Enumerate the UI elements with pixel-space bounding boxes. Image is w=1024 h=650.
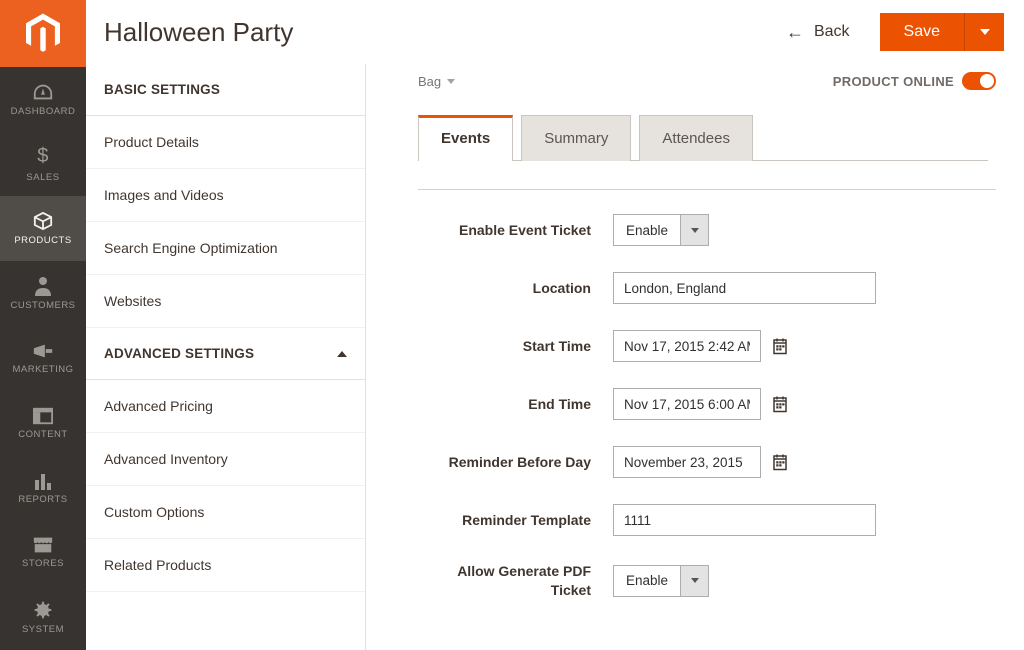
select-enable-event-ticket-button[interactable] [680,215,708,245]
save-button[interactable]: Save [880,13,964,51]
back-button-label: Back [814,23,850,41]
input-reminder-before-day[interactable] [613,446,761,478]
calendar-icon[interactable] [771,337,789,355]
row-location: Location [418,272,996,304]
caret-down-icon [980,29,990,35]
label-allow-generate-pdf: Allow Generate PDF Ticket [418,562,613,600]
nav-dashboard-label: DASHBOARD [11,106,76,117]
row-reminder-template: Reminder Template [418,504,996,536]
main-top-row: Bag PRODUCT ONLINE [418,72,996,90]
nav-reports-label: REPORTS [18,494,67,505]
reports-icon [33,472,53,490]
calendar-icon[interactable] [771,395,789,413]
side-item-related-products[interactable]: Related Products [86,539,365,592]
settings-side-panel: BASIC SETTINGS Product Details Images an… [86,64,366,650]
product-online-toggle[interactable] [962,72,996,90]
nav-sales[interactable]: $ SALES [0,132,86,197]
label-end-time: End Time [418,395,613,414]
save-dropdown-button[interactable] [964,13,1004,51]
side-item-advanced-pricing[interactable]: Advanced Pricing [86,380,365,433]
event-form: Enable Event Ticket Enable Location Star… [418,214,996,600]
dollar-icon: $ [37,145,49,168]
main-content: Bag PRODUCT ONLINE Events Summary Attend… [366,64,1024,650]
chevron-up-icon [337,351,347,357]
page-header: Halloween Party ← Back Save [86,0,1024,64]
nav-stores[interactable]: STORES [0,520,86,585]
nav-marketing[interactable]: MARKETING [0,326,86,391]
products-icon [32,211,54,231]
nav-system-label: SYSTEM [22,624,64,635]
label-reminder-template: Reminder Template [418,511,613,530]
select-allow-generate-pdf-value: Enable [614,566,680,596]
arrow-left-icon: ← [786,22,804,43]
tab-events[interactable]: Events [418,115,513,161]
nav-customers-label: CUSTOMERS [10,300,75,311]
product-tabs: Events Summary Attendees [418,114,988,161]
nav-dashboard[interactable]: DASHBOARD [0,67,86,132]
nav-content-label: CONTENT [18,429,67,440]
advanced-settings-heading-label: ADVANCED SETTINGS [104,346,254,361]
row-start-time: Start Time [418,330,996,362]
save-button-group: Save [880,13,1004,51]
nav-reports[interactable]: REPORTS [0,456,86,521]
select-allow-generate-pdf[interactable]: Enable [613,565,709,597]
input-end-time[interactable] [613,388,761,420]
section-divider [418,189,996,190]
page-title: Halloween Party [104,17,293,48]
select-enable-event-ticket-value: Enable [614,215,680,245]
nav-products-label: PRODUCTS [14,235,71,246]
marketing-icon [32,342,54,360]
side-item-product-details[interactable]: Product Details [86,116,365,169]
basic-settings-heading[interactable]: BASIC SETTINGS [86,64,365,116]
logo[interactable] [0,0,86,67]
label-reminder-before-day: Reminder Before Day [418,453,613,472]
side-item-advanced-inventory[interactable]: Advanced Inventory [86,433,365,486]
product-online-label: PRODUCT ONLINE [833,74,954,89]
calendar-icon[interactable] [771,453,789,471]
nav-customers[interactable]: CUSTOMERS [0,261,86,326]
side-item-seo[interactable]: Search Engine Optimization [86,222,365,275]
tab-summary[interactable]: Summary [521,115,631,161]
stores-icon [32,536,54,554]
attribute-set-label: Bag [418,74,441,89]
caret-down-icon [447,79,455,84]
caret-down-icon [691,228,699,233]
product-online-toggle-group: PRODUCT ONLINE [833,72,996,90]
row-enable-event-ticket: Enable Event Ticket Enable [418,214,996,246]
label-enable-event-ticket: Enable Event Ticket [418,221,613,240]
tab-attendees[interactable]: Attendees [639,115,753,161]
row-end-time: End Time [418,388,996,420]
attribute-set-dropdown[interactable]: Bag [418,74,455,89]
dashboard-icon [32,82,54,102]
content-icon [33,407,53,425]
input-start-time[interactable] [613,330,761,362]
input-location[interactable] [613,272,876,304]
basic-settings-heading-label: BASIC SETTINGS [104,82,220,97]
admin-left-rail: DASHBOARD $ SALES PRODUCTS CUSTOMERS MAR… [0,0,86,650]
nav-marketing-label: MARKETING [13,364,74,375]
side-item-custom-options[interactable]: Custom Options [86,486,365,539]
caret-down-icon [691,578,699,583]
nav-stores-label: STORES [22,558,64,569]
advanced-settings-heading[interactable]: ADVANCED SETTINGS [86,328,365,380]
nav-sales-label: SALES [26,172,59,183]
magento-icon [26,13,60,53]
nav-products[interactable]: PRODUCTS [0,196,86,261]
back-button[interactable]: ← Back [786,22,850,43]
label-start-time: Start Time [418,337,613,356]
row-allow-generate-pdf: Allow Generate PDF Ticket Enable [418,562,996,600]
select-enable-event-ticket[interactable]: Enable [613,214,709,246]
gear-icon [33,600,53,620]
label-location: Location [418,279,613,298]
input-reminder-template[interactable] [613,504,876,536]
row-reminder-before-day: Reminder Before Day [418,446,996,478]
nav-system[interactable]: SYSTEM [0,585,86,650]
side-item-images-videos[interactable]: Images and Videos [86,169,365,222]
customers-icon [34,276,52,296]
side-item-websites[interactable]: Websites [86,275,365,328]
nav-content[interactable]: CONTENT [0,391,86,456]
select-allow-generate-pdf-button[interactable] [680,566,708,596]
